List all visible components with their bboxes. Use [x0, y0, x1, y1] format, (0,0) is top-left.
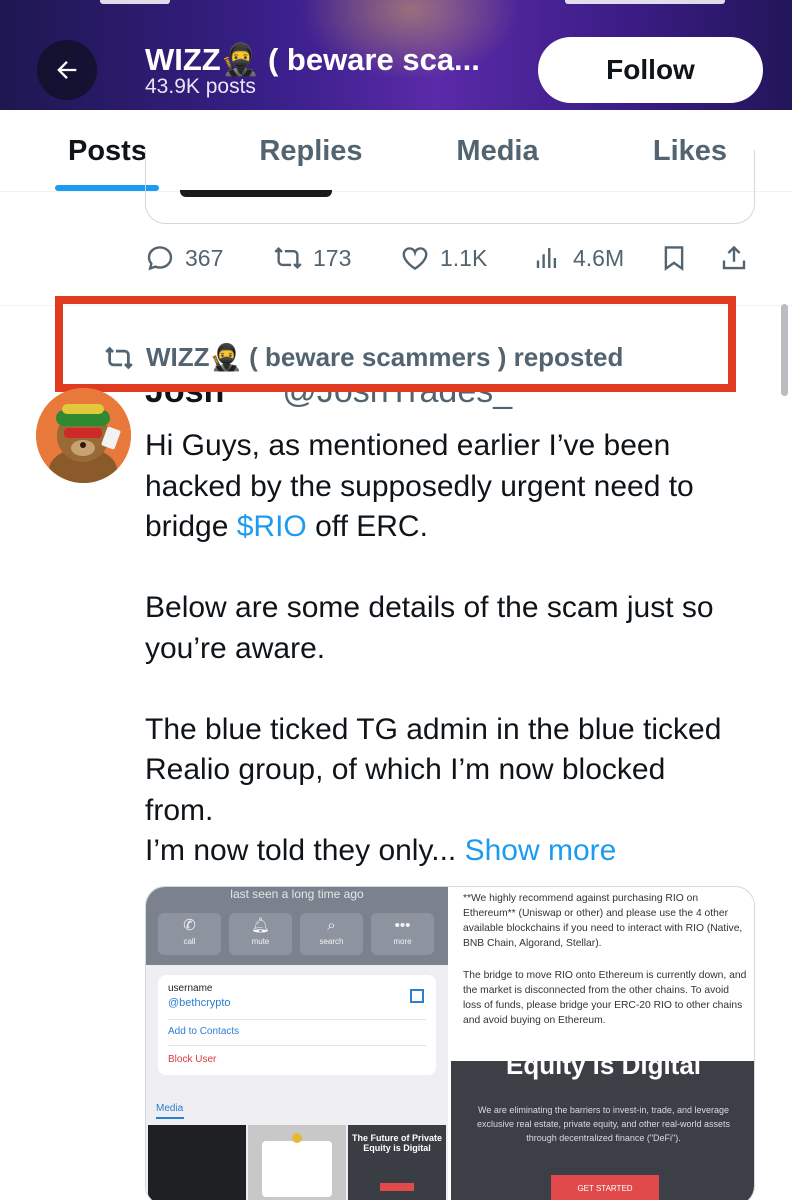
- status-bar-remnant: [100, 0, 170, 4]
- tg-mute-button: 🔔︎ mute: [229, 913, 292, 955]
- realio-banner-heading: Equity is Digital: [505, 1050, 702, 1080]
- reply-button[interactable]: 367: [145, 236, 223, 280]
- tg-call-button: ✆ call: [158, 913, 221, 955]
- highlight-annotation-box: [55, 296, 736, 392]
- tg-thumb-dialog-box: [262, 1141, 332, 1197]
- tg-info-card: username @bethcrypto Add to Contacts Blo…: [158, 975, 436, 1075]
- repost-icon: [274, 246, 302, 270]
- search-icon: ⌕: [327, 917, 336, 934]
- reply-count: 367: [185, 244, 224, 271]
- active-tab-indicator: [55, 185, 159, 191]
- last-seen-text: last seen a long time ago: [230, 887, 364, 901]
- like-count: 1.1K: [440, 244, 488, 271]
- tg-thumb-title: The Future of Private Equity is Digital: [352, 1133, 443, 1153]
- tg-thumb-dark: [148, 1125, 246, 1200]
- repost-count: 173: [313, 244, 352, 271]
- profile-name: WIZZ🥷 ( beware sca...: [145, 42, 480, 77]
- tg-add-contact: Add to Contacts: [168, 1026, 240, 1037]
- share-button[interactable]: [719, 236, 749, 280]
- tg-thumb-cta: [380, 1183, 414, 1191]
- views-count: 4.6M: [573, 244, 625, 271]
- follow-button[interactable]: Follow: [538, 37, 763, 103]
- phone-icon: ✆: [183, 917, 196, 934]
- post-media-grid[interactable]: last seen a long time ago ✆ call 🔔︎ mute ⌕…: [145, 886, 755, 1200]
- tg-search-button: ⌕ search: [300, 913, 363, 955]
- tg-divider-2: [168, 1045, 426, 1046]
- tg-block-user: Block User: [168, 1054, 217, 1065]
- share-icon: [722, 245, 746, 270]
- telegram-header: last seen a long time ago ✆ call 🔔︎ mute ⌕…: [146, 887, 448, 965]
- previous-post-actions: 367 173 1.1K 4.6M: [145, 236, 765, 280]
- previous-post-media-card[interactable]: [145, 150, 755, 224]
- views-bar-chart-icon: [536, 248, 557, 268]
- tg-divider: [168, 1019, 426, 1020]
- like-button[interactable]: 1.1K: [400, 236, 487, 280]
- profile-header: WIZZ🥷 ( beware sca... 43.9K posts Follow: [0, 0, 792, 110]
- show-more-link[interactable]: Show more: [465, 834, 617, 867]
- tg-mute-label: mute: [251, 937, 270, 946]
- bookmark-button[interactable]: [659, 236, 689, 280]
- author-avatar[interactable]: [36, 388, 131, 483]
- heart-icon: [402, 247, 428, 271]
- views-button[interactable]: 4.6M: [533, 236, 624, 280]
- more-icon: •••: [394, 917, 411, 934]
- scrollbar[interactable]: [781, 304, 788, 396]
- tg-thumb-future: The Future of Private Equity is Digital: [348, 1125, 446, 1200]
- back-arrow-icon: [57, 61, 77, 79]
- post-text: Hi Guys, as mentioned earlier I’ve been …: [145, 426, 765, 872]
- qr-code-icon: [410, 989, 424, 1003]
- repost-button[interactable]: 173: [273, 236, 351, 280]
- get-started-button: GET STARTED: [551, 1175, 659, 1200]
- telegram-profile-screenshot[interactable]: last seen a long time ago ✆ call 🔔︎ mute ⌕…: [146, 887, 448, 1200]
- status-bar-remnant-right: [565, 0, 725, 4]
- bell-icon: 🔔︎: [250, 917, 271, 934]
- bookmark-icon: [664, 246, 684, 271]
- tg-search-label: search: [319, 937, 344, 946]
- realio-banner-body: We are eliminating the barriers to inves…: [477, 1105, 730, 1143]
- previous-post-media-edge: [180, 190, 332, 197]
- bear-avatar-icon: [36, 388, 131, 483]
- reply-icon: [147, 246, 173, 271]
- realio-banner: Equity is Digital We are eliminating the…: [451, 1052, 754, 1200]
- post-count: 43.9K posts: [145, 75, 256, 98]
- tg-username-value: @bethcrypto: [168, 997, 231, 1009]
- tg-call-label: call: [183, 937, 196, 946]
- notice-paragraph-1: **We highly recommend against purchasing…: [463, 893, 743, 949]
- notice-paragraph-2: The bridge to move RIO onto Ethereum is …: [463, 970, 747, 1026]
- tg-username-label: username: [168, 983, 213, 994]
- tg-media-tab: Media: [156, 1103, 184, 1114]
- tg-thumb-dialog: [248, 1125, 346, 1200]
- realio-notice-screenshot[interactable]: **We highly recommend against purchasing…: [451, 887, 754, 1200]
- tg-more-button: ••• more: [371, 913, 434, 955]
- tg-thumb-coin-icon: [292, 1133, 302, 1143]
- tg-more-label: more: [393, 937, 412, 946]
- back-button[interactable]: [37, 40, 97, 100]
- tg-media-tab-underline: [156, 1117, 184, 1119]
- cashtag-link[interactable]: $RIO: [237, 510, 307, 543]
- post-text-part-2: off ERC. Below are some details of the s…: [145, 510, 722, 867]
